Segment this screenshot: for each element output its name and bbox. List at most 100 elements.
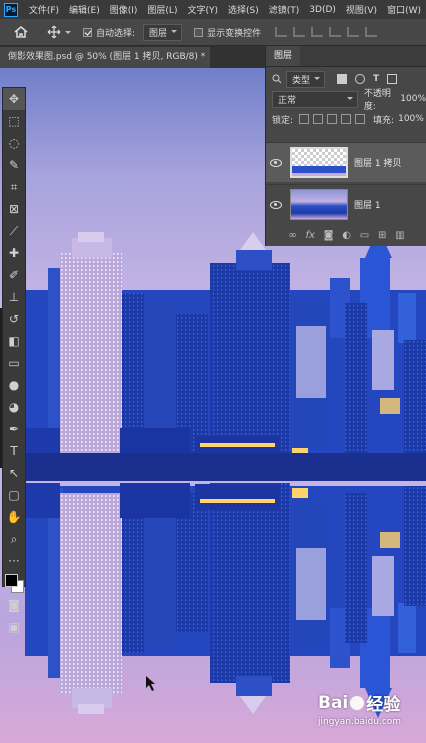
menu-type[interactable]: 文字(Y) [182,3,223,16]
layer-name[interactable]: 图层 1 [354,198,381,211]
menu-file[interactable]: 文件(F) [24,3,64,16]
layer-thumbnail [290,189,348,220]
quick-select-icon[interactable]: ✎ [3,154,25,176]
stamp-icon[interactable]: ⊥ [3,286,25,308]
layer-name[interactable]: 图层 1 拷贝 [354,156,401,169]
menu-view[interactable]: 视图(V) [341,3,382,16]
group-icon[interactable]: ▭ [360,230,369,241]
eraser-icon[interactable]: ◧ [3,330,25,352]
dodge-icon[interactable]: ◕ [3,396,25,418]
blur-icon[interactable]: ● [3,374,25,396]
menu-layer[interactable]: 图层(L) [142,3,182,16]
lock-transparent-icon[interactable] [299,114,310,124]
auto-select-checkbox[interactable]: 自动选择: [83,26,135,39]
fx-icon[interactable]: fx [306,230,315,241]
layer-filter-row: 类型 T [266,69,426,89]
zoom-icon[interactable]: ⌕ [3,528,25,550]
filter-adjust-icon[interactable] [355,74,366,84]
blend-opacity-row: 正常 不透明度: 100% [266,89,426,112]
layer-row[interactable]: 图层 1 [266,184,426,224]
opacity-label: 不透明度: [363,89,391,112]
menu-select[interactable]: 选择(S) [223,3,264,16]
show-transform-label: 显示变换控件 [207,28,262,39]
move-icon[interactable]: ✥ [3,88,25,110]
trash-icon[interactable]: ▥ [395,230,404,241]
gradient-icon[interactable]: ▭ [3,352,25,374]
layers-panel-header: 图层 [266,46,426,67]
crop-icon[interactable]: ⌗ [3,176,25,198]
tools-panel: ✥ ⬚ ◌ ✎ ⌗ ⊠ ⟋ ✚ ✐ ⊥ ↺ ◧ ▭ ● ◕ ✒ T ↖ ▢ ✋ … [2,87,26,634]
layer-row[interactable]: 图层 1 拷贝 [266,142,426,182]
auto-select-label: 自动选择: [96,28,136,39]
checkbox-unchecked-icon[interactable] [194,27,204,37]
filter-kind-dropdown[interactable]: 类型 [286,70,326,88]
menu-image[interactable]: 图像(I) [105,3,143,16]
lasso-icon[interactable]: ◌ [3,132,25,154]
visibility-eye-icon[interactable] [266,158,286,167]
shape-icon[interactable]: ▢ [3,484,25,506]
link-icon[interactable]: ∞ [288,230,296,241]
screenmode-icon[interactable]: ▣ [3,616,25,638]
watermark-brand2: 经验 [366,695,401,715]
marquee-icon[interactable]: ⬚ [3,110,25,132]
lock-position-icon[interactable] [327,114,338,124]
close-icon[interactable]: × [209,52,210,62]
home-icon[interactable] [14,26,28,38]
healing-icon[interactable]: ✚ [3,242,25,264]
align-left-icon[interactable] [275,27,288,37]
lock-artboard-icon[interactable] [341,114,352,124]
lock-fill-row: 锁定: 填充: 100% [266,109,426,129]
menu-edit[interactable]: 编辑(E) [64,3,105,16]
document-tab[interactable]: 倒影效果图.psd @ 50% (图层 1 拷贝, RGB/8) *× [0,47,210,68]
paw-icon [350,695,365,710]
filter-shape-icon[interactable] [387,74,398,84]
align-right-icon[interactable] [311,27,324,37]
auto-select-dropdown[interactable]: 图层 [143,23,183,41]
lock-image-icon[interactable] [313,114,324,124]
layers-footer: ∞ fx ◙ ◐ ▭ ⊞ ▥ [266,224,426,246]
type-icon[interactable]: T [3,440,25,462]
opacity-value[interactable]: 100% [400,94,426,104]
align-buttons [275,27,383,37]
watermark-brand: Bai [318,692,349,713]
mask-icon[interactable]: ◙ [324,230,334,241]
align-top-icon[interactable] [329,27,342,37]
colors-icon[interactable] [3,572,25,594]
tab-layers[interactable]: 图层 [266,46,301,66]
visibility-eye-icon[interactable] [266,200,286,209]
menu-window[interactable]: 窗口(W) [382,3,426,16]
baidu-watermark: Bai 经验 jingyan.baidu.com [318,690,422,734]
move-tool-icon[interactable] [46,25,62,39]
fill-label: 填充: [373,115,395,126]
lock-label: 锁定: [272,115,294,126]
show-transform-checkbox[interactable]: 显示变换控件 [194,26,261,39]
history-brush-icon[interactable]: ↺ [3,308,25,330]
hand-icon[interactable]: ✋ [3,506,25,528]
layer-thumbnail [290,147,348,178]
brush-icon[interactable]: ✐ [3,264,25,286]
filter-pixel-icon[interactable] [337,74,348,84]
menu-3d[interactable]: 3D(D) [304,5,341,15]
quickmask-icon[interactable]: ◙ [3,594,25,616]
align-center-icon[interactable] [293,27,306,37]
more-icon[interactable]: ··· [3,550,25,572]
checkbox-checked-icon[interactable] [83,27,92,37]
blend-mode-dropdown[interactable]: 正常 [272,90,358,108]
menu-filter[interactable]: 滤镜(T) [264,3,305,16]
lock-all-icon[interactable] [355,114,366,124]
search-icon [272,74,282,84]
frame-icon[interactable]: ⊠ [3,198,25,220]
options-bar: 自动选择: 图层 显示变换控件 [0,19,426,46]
tool-preset-chevron-icon[interactable] [65,31,71,37]
align-middle-icon[interactable] [347,27,360,37]
layers-panel: 图层 类型 T 正常 不透明度: 100% 锁定: 填充: 100% 图层 1 … [265,46,426,246]
filter-type-icon[interactable]: T [373,74,379,84]
align-bottom-icon[interactable] [365,27,378,37]
eyedropper-icon[interactable]: ⟋ [3,220,25,242]
adjustment-icon[interactable]: ◐ [342,230,351,241]
new-layer-icon[interactable]: ⊞ [378,230,386,241]
pen-icon[interactable]: ✒ [3,418,25,440]
document-tab-title: 倒影效果图.psd @ 50% (图层 1 拷贝, RGB/8) * [8,52,206,62]
fill-value[interactable]: 100% [398,114,424,124]
path-select-icon[interactable]: ↖ [3,462,25,484]
